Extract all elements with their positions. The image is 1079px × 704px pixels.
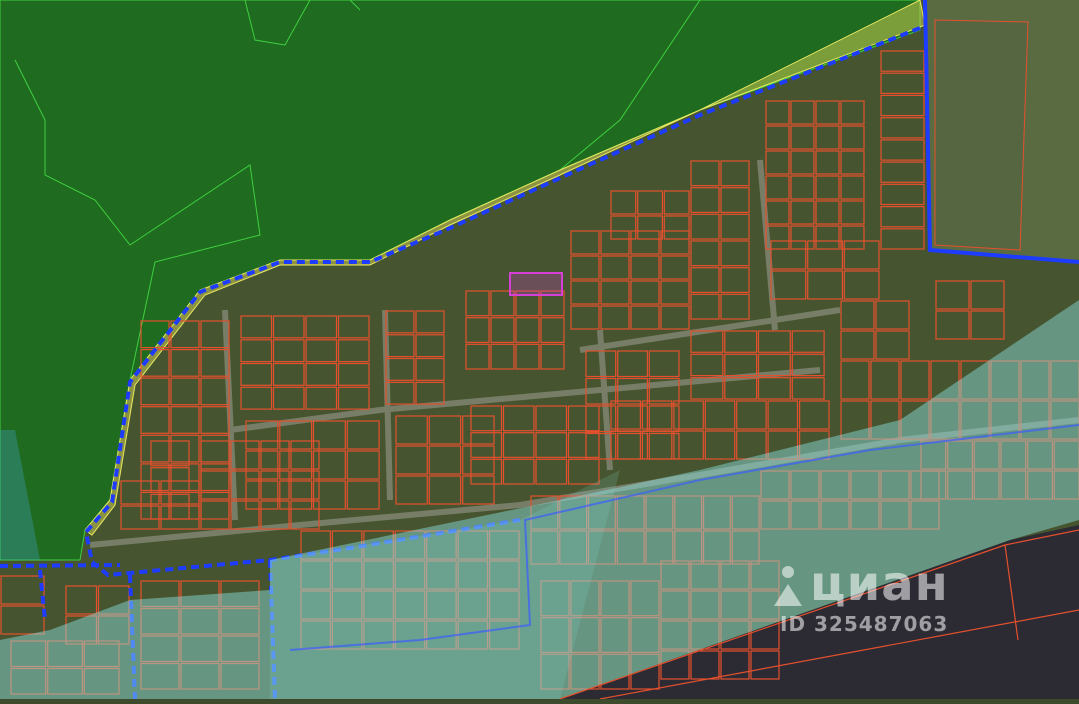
cadastral-map[interactable]: циан ID 325487063 xyxy=(0,0,1079,700)
field-parcel xyxy=(934,19,1029,251)
map-canvas xyxy=(0,0,1079,700)
selected-parcel[interactable] xyxy=(509,272,563,296)
